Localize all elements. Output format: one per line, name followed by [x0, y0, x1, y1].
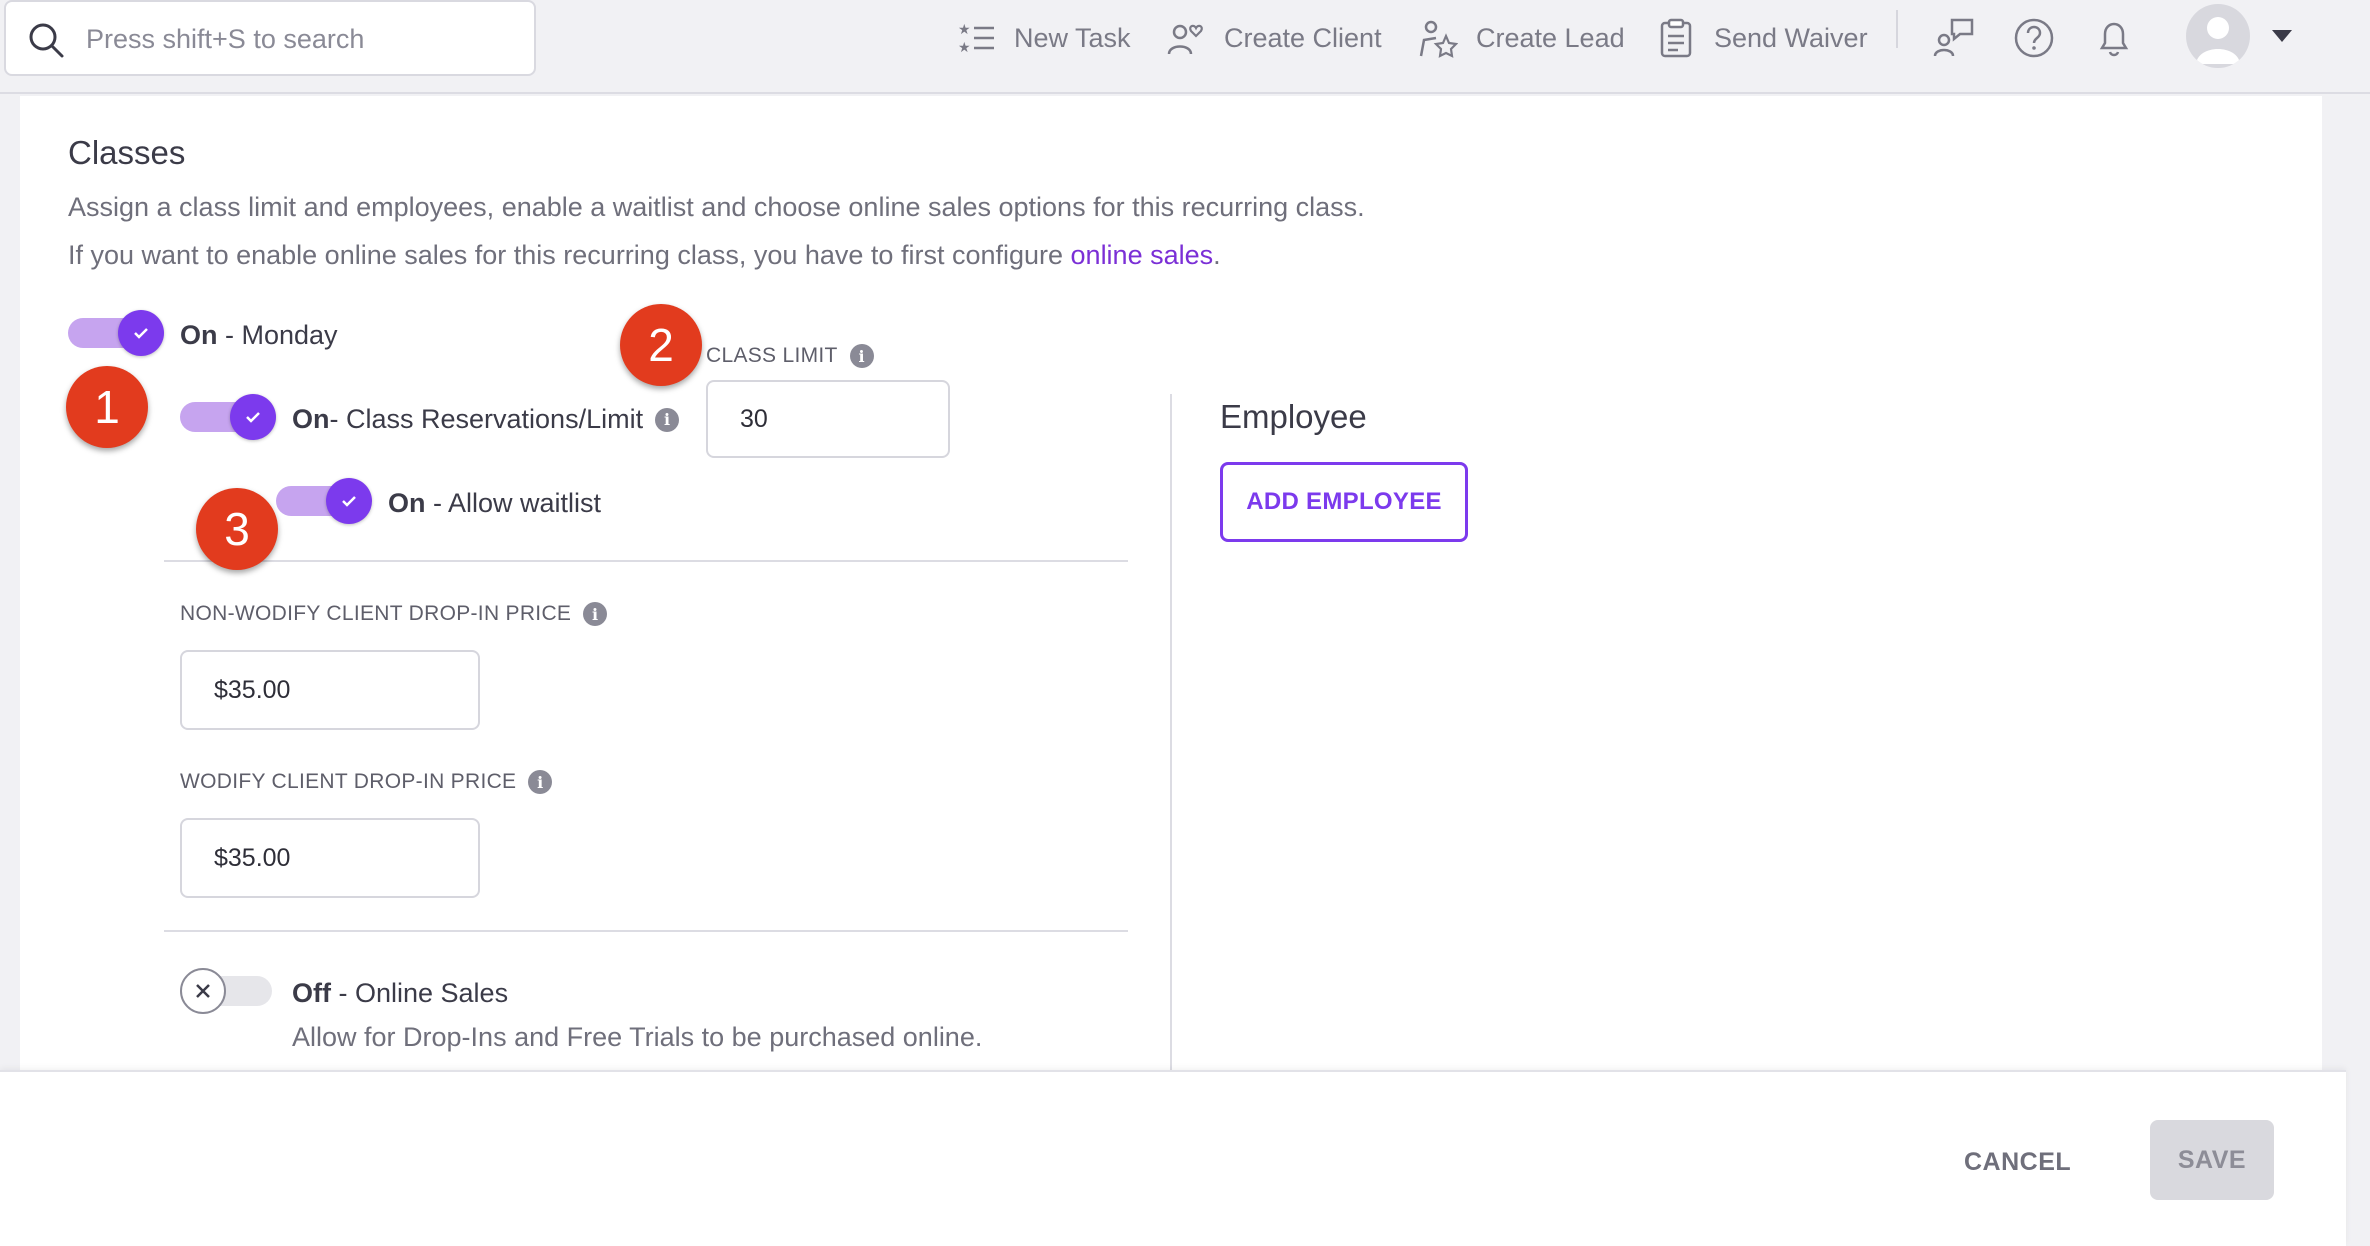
wodify-label-text: WODIFY CLIENT DROP-IN PRICE — [180, 770, 517, 793]
footer-bar: CANCEL SAVE — [0, 1070, 2346, 1246]
reservations-state: On — [292, 404, 330, 434]
class-limit-value: 30 — [740, 404, 768, 433]
client-heart-icon — [1167, 24, 1203, 55]
monday-toggle-label: On - Monday — [180, 320, 338, 351]
online-sales-toggle[interactable] — [180, 968, 276, 1014]
class-reservations-toggle[interactable] — [180, 394, 276, 440]
create-lead-label: Create Lead — [1476, 22, 1625, 53]
allow-waitlist-toggle[interactable] — [276, 478, 372, 524]
non-wodify-price-label: NON-WODIFY CLIENT DROP-IN PRICE i — [180, 602, 608, 626]
annotation-badge-1: 1 — [66, 366, 148, 448]
nav-divider — [1896, 10, 1898, 48]
wodify-price-value: $35.00 — [214, 843, 291, 872]
online-sales-link[interactable]: online sales — [1071, 240, 1214, 270]
column-divider — [1170, 394, 1172, 1070]
wodify-price-input[interactable]: $35.00 — [180, 818, 480, 898]
bell-icon[interactable] — [2092, 16, 2136, 60]
svg-text:★: ★ — [958, 39, 971, 55]
reservations-label: - Class Reservations/Limit — [329, 404, 644, 434]
create-client-label: Create Client — [1224, 22, 1382, 53]
non-wodify-label-text: NON-WODIFY CLIENT DROP-IN PRICE — [180, 602, 572, 625]
chat-user-icon[interactable] — [1932, 16, 1976, 60]
info-icon[interactable]: i — [655, 407, 680, 432]
account-dropdown-caret-icon[interactable] — [2272, 30, 2292, 42]
online-sales-text: - Online Sales — [330, 978, 509, 1008]
send-waiver-button[interactable]: Send Waiver — [1656, 16, 1868, 60]
section-title: Classes — [68, 134, 186, 171]
new-task-button[interactable]: ★ ★ New Task — [956, 16, 1131, 60]
annotation-badge-2: 2 — [620, 304, 702, 386]
note-text: If you want to enable online sales for t… — [68, 240, 1071, 270]
wodify-price-label: WODIFY CLIENT DROP-IN PRICE i — [180, 770, 553, 794]
check-icon — [134, 328, 148, 339]
add-employee-button[interactable]: ADD EMPLOYEE — [1220, 462, 1468, 542]
classes-card: Classes Assign a class limit and employe… — [20, 96, 2322, 1070]
note-period: . — [1213, 240, 1221, 270]
class-limit-text: CLASS LIMIT — [706, 344, 838, 367]
create-lead-button[interactable]: Create Lead — [1418, 16, 1625, 60]
waitlist-state: On — [388, 488, 426, 518]
non-wodify-price-value: $35.00 — [214, 675, 291, 704]
info-icon[interactable]: i — [583, 602, 608, 626]
create-client-button[interactable]: Create Client — [1166, 16, 1382, 60]
clipboard-icon — [1660, 18, 1692, 58]
help-icon[interactable] — [2012, 16, 2056, 60]
cancel-button[interactable]: CANCEL — [1964, 1148, 2071, 1177]
search-placeholder: Press shift+S to search — [86, 24, 365, 54]
new-task-label: New Task — [1014, 22, 1131, 53]
send-waiver-label: Send Waiver — [1714, 22, 1868, 53]
search-icon — [29, 23, 64, 58]
waitlist-label: - Allow waitlist — [425, 488, 602, 518]
online-sales-label: Off - Online Sales — [292, 978, 508, 1009]
top-bar: Press shift+S to search ★ ★ New Task Cre… — [0, 0, 2370, 94]
class-reservations-label: On - Class Reservations/Limit i — [292, 404, 680, 435]
annotation-badge-3: 3 — [196, 488, 278, 570]
search-box[interactable]: Press shift+S to search — [4, 0, 536, 76]
online-sales-help: Allow for Drop-Ins and Free Trials to be… — [292, 1022, 983, 1052]
info-icon[interactable]: i — [528, 770, 553, 794]
task-list-icon: ★ ★ — [958, 21, 994, 55]
save-button[interactable]: SAVE — [2150, 1120, 2274, 1200]
monday-toggle[interactable] — [68, 310, 164, 356]
monday-label: - Monday — [217, 320, 338, 350]
online-sales-note: If you want to enable online sales for t… — [68, 240, 1221, 271]
section-description: Assign a class limit and employees, enab… — [68, 192, 1365, 222]
svg-text:★: ★ — [958, 21, 971, 37]
check-icon — [246, 412, 260, 423]
divider — [164, 930, 1128, 932]
class-limit-input[interactable]: 30 — [706, 380, 950, 458]
allow-waitlist-label: On - Allow waitlist — [388, 488, 601, 519]
x-icon — [196, 984, 210, 998]
class-limit-label: CLASS LIMIT i — [706, 344, 874, 368]
employee-title: Employee — [1220, 398, 1367, 435]
info-icon[interactable]: i — [849, 344, 874, 368]
non-wodify-price-input[interactable]: $35.00 — [180, 650, 480, 730]
divider — [164, 560, 1128, 562]
online-sales-state: Off — [292, 978, 331, 1008]
avatar[interactable] — [2186, 4, 2250, 68]
user-avatar-icon — [2196, 17, 2240, 64]
check-icon — [342, 496, 356, 507]
lead-star-icon — [1419, 20, 1458, 58]
monday-state: On — [180, 320, 218, 350]
